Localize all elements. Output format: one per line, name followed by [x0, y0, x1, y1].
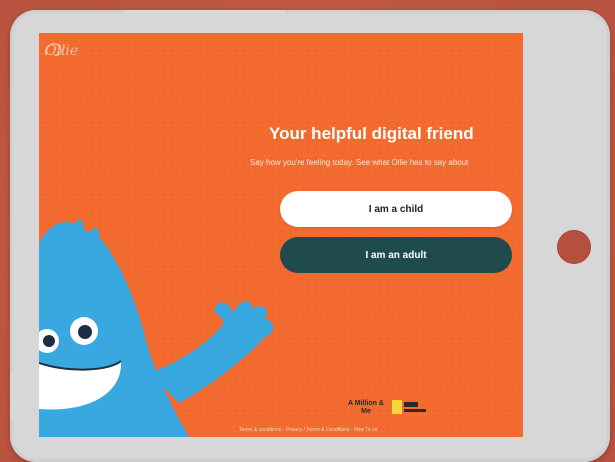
tablet-home-button[interactable]	[557, 230, 591, 264]
page-title: Your helpful digital friend	[269, 124, 474, 143]
app-logo[interactable]: Ollie	[45, 43, 78, 59]
nspcc-logo-icon	[392, 400, 426, 414]
footer-links[interactable]: Terms & conditions · Privacy / Terms & C…	[239, 427, 523, 433]
adult-button[interactable]: I am an adult	[280, 237, 512, 273]
page-subtitle: Say how you're feeling today. See what O…	[250, 158, 469, 167]
partner-one-logo: A Million & Me	[348, 400, 384, 415]
tablet-side-edge	[10, 372, 18, 422]
child-button[interactable]: I am a child	[280, 191, 512, 227]
tablet-top-edge	[123, 10, 286, 22]
app-screen: Ollie Your helpful digital friend Say ho…	[39, 33, 523, 437]
partner-two-logo	[392, 398, 432, 418]
partner-logos: A Million & Me	[346, 398, 432, 418]
ollie-monster-illustration	[39, 219, 274, 437]
